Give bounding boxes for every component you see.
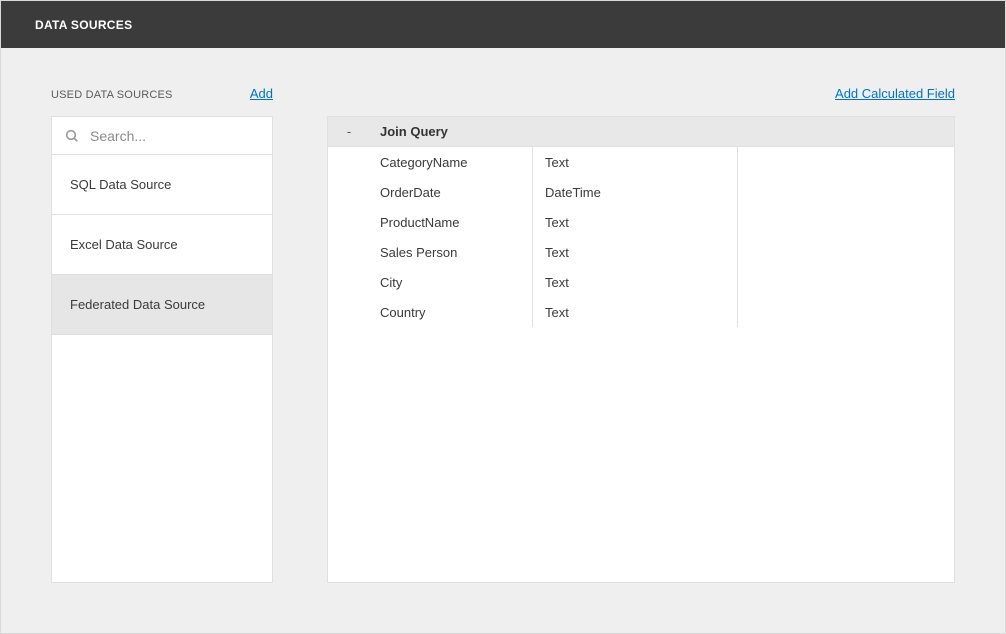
page-root: DATA SOURCES USED DATA SOURCES Add SQL D… [0,0,1006,634]
data-source-item[interactable]: SQL Data Source [52,155,272,215]
sidebar-heading: USED DATA SOURCES [51,89,173,101]
field-type: Text [533,237,738,267]
query-name: Join Query [380,124,448,139]
data-source-label: SQL Data Source [70,177,171,192]
field-name: ProductName [328,207,533,237]
field-name: City [328,267,533,297]
search-row [52,117,272,155]
add-data-source-link[interactable]: Add [250,86,273,101]
field-row[interactable]: ProductName Text [328,207,954,237]
field-row[interactable]: CategoryName Text [328,147,954,177]
field-row[interactable]: OrderDate DateTime [328,177,954,207]
field-name: Country [328,297,533,327]
data-source-list-panel: SQL Data Source Excel Data Source Federa… [51,116,273,583]
search-input[interactable] [88,127,260,145]
data-source-item[interactable]: Federated Data Source [52,275,272,335]
field-row[interactable]: Sales Person Text [328,237,954,267]
field-type: Text [533,267,738,297]
sidebar-header-row: USED DATA SOURCES Add [51,86,273,114]
fields-grid: - Join Query CategoryName Text OrderDate… [327,116,955,583]
data-source-label: Excel Data Source [70,237,178,252]
main-header-row: Add Calculated Field [835,86,955,114]
search-icon [64,128,80,144]
field-rows: CategoryName Text OrderDate DateTime Pro… [328,147,954,327]
collapse-toggle-icon[interactable]: - [340,124,358,139]
field-row[interactable]: Country Text [328,297,954,327]
sidebar: USED DATA SOURCES Add SQL Data Source Ex… [51,86,273,583]
field-type: Text [533,297,738,327]
main-area: Add Calculated Field - Join Query Catego… [327,86,955,583]
field-name: Sales Person [328,237,533,267]
field-type: Text [533,207,738,237]
field-row[interactable]: City Text [328,267,954,297]
app-header: DATA SOURCES [1,1,1005,48]
add-calculated-field-link[interactable]: Add Calculated Field [835,86,955,101]
query-header-row[interactable]: - Join Query [328,117,954,147]
body: USED DATA SOURCES Add SQL Data Source Ex… [1,48,1005,633]
data-source-item[interactable]: Excel Data Source [52,215,272,275]
field-name: OrderDate [328,177,533,207]
page-title: DATA SOURCES [35,18,132,32]
field-type: Text [533,147,738,177]
field-type: DateTime [533,177,738,207]
field-name: CategoryName [328,147,533,177]
data-source-label: Federated Data Source [70,297,205,312]
